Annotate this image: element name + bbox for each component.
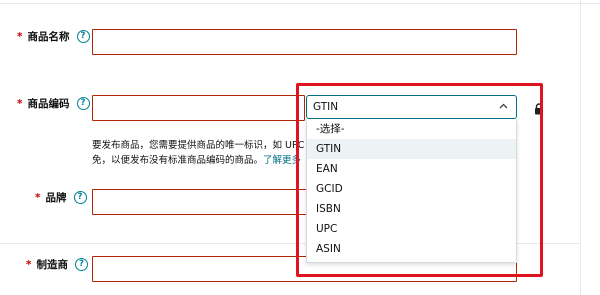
help-text-line-2-text: 免，以便发布没有标准商品编码的商品。 [92,155,264,166]
manufacturer-label-text: 制造商 [36,259,69,271]
product-name-input[interactable] [92,29,517,55]
dropdown-option[interactable]: ISBN [307,199,516,219]
chevron-up-icon [499,101,508,112]
dropdown-option[interactable]: ASIN [307,239,516,259]
help-text-line-1: 要发布商品，您需要提供商品的唯一标识，如 UPC [92,140,305,151]
product-code-label: * 商品编码 ? [17,96,90,111]
required-mark: * [35,191,41,204]
product-name-label: * 商品名称 ? [17,29,90,44]
code-type-dropdown: -选择- GTIN EAN GCID ISBN UPC ASIN [306,119,517,263]
dropdown-option[interactable]: -选择- [307,119,516,139]
top-divider [0,3,600,4]
dropdown-option[interactable]: UPC [307,219,516,239]
product-code-help-text: 要发布商品，您需要提供商品的唯一标识，如 UPC 免，以便发布没有标准商品编码的… [92,138,306,168]
selected-code-type: GTIN [313,101,339,113]
listing-form-page: * 商品名称 ? * 商品编码 ? GTIN 要发布商品，您需要提供商品的唯一标… [0,0,600,295]
required-mark: * [17,97,23,110]
product-name-label-text: 商品名称 [27,31,70,43]
dropdown-option[interactable]: GCID [307,179,516,199]
brand-label-text: 品牌 [45,192,67,204]
help-icon[interactable]: ? [73,191,87,204]
help-text-line-2: 免，以便发布没有标准商品编码的商品。了解更多 [92,153,306,168]
learn-more-link[interactable]: 了解更多 [263,155,301,166]
dropdown-option-selected[interactable]: GTIN [307,139,516,159]
brand-label: * 品牌 ? [35,190,87,205]
dropdown-option[interactable]: EAN [307,159,516,179]
help-icon[interactable]: ? [75,258,88,271]
product-code-label-text: 商品编码 [27,98,70,110]
product-code-input[interactable] [92,95,305,121]
right-panel-border [580,0,581,295]
product-code-type-select[interactable]: GTIN [306,95,517,119]
required-mark: * [26,258,32,271]
help-icon[interactable]: ? [76,97,90,110]
manufacturer-label: * 制造商 ? [26,257,88,272]
lock-icon [534,100,544,115]
required-mark: * [17,30,23,43]
help-icon[interactable]: ? [76,30,90,43]
